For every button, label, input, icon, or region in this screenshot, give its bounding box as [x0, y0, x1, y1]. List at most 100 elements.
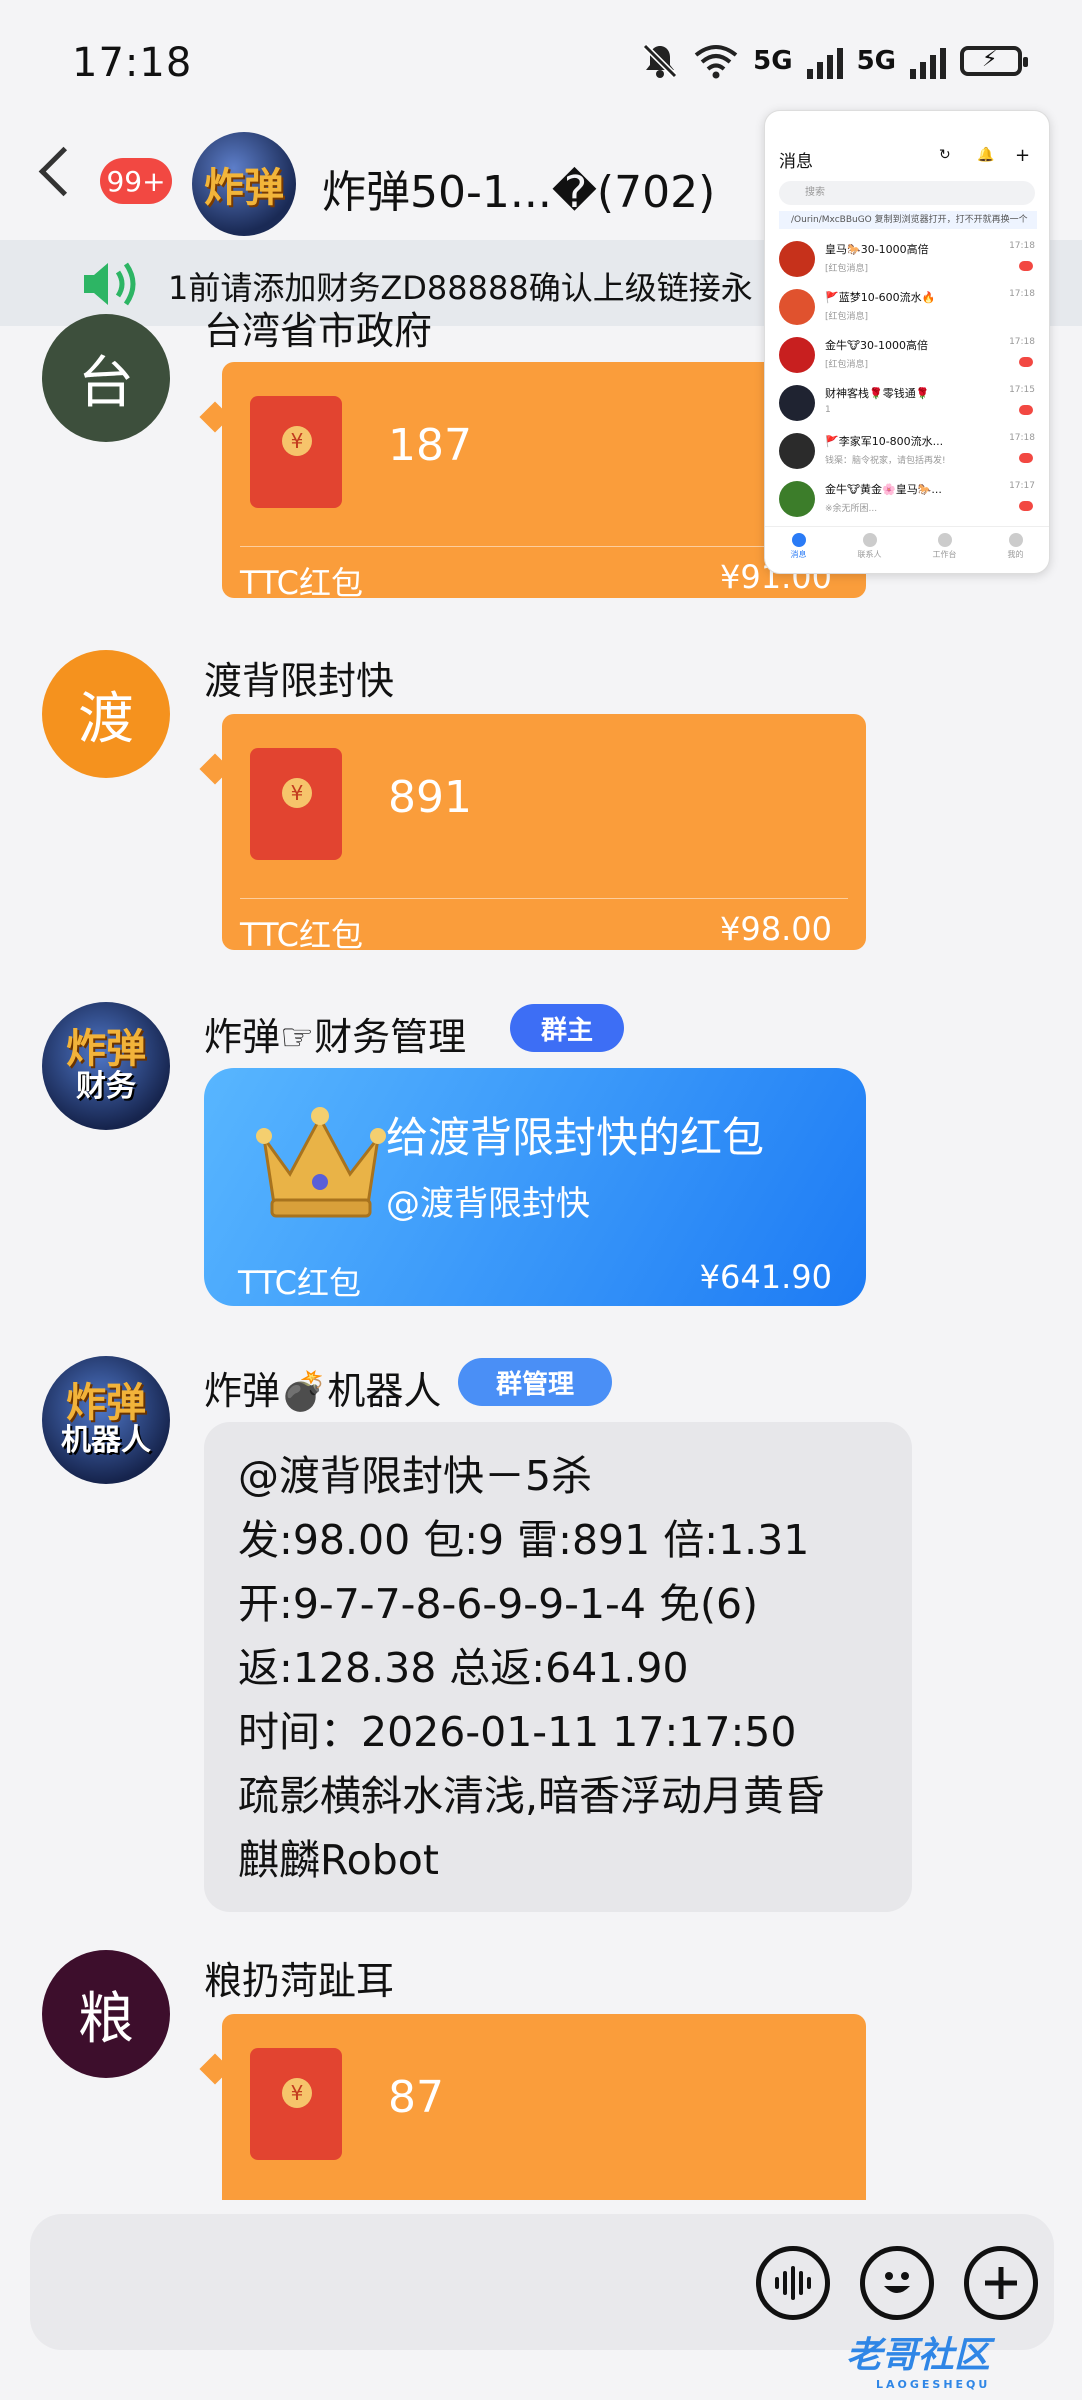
sender-name: 渡背限封快 — [204, 659, 395, 703]
tab-workbench[interactable]: 工作台 — [933, 527, 957, 573]
overlay-banner: /Ourin/MxcBBuGO 复制到浏览器打开，打不开就再换一个 — [779, 211, 1037, 229]
packet-label: TTC红包 — [238, 1264, 362, 1302]
chat-avatar — [779, 433, 815, 469]
refresh-icon[interactable]: ↻ — [939, 147, 951, 163]
packet-number: 87 — [388, 2072, 444, 2123]
chat-avatar — [779, 385, 815, 421]
chat-name: 🚩蓝梦10-600流水🔥 — [825, 291, 936, 304]
red-envelope-icon: ¥ — [250, 396, 342, 508]
red-packet-message[interactable]: ¥ 87 — [222, 2014, 866, 2200]
chat-time: 17:18 — [1009, 433, 1035, 443]
chat-time: 17:18 — [1009, 241, 1035, 251]
chat-preview: [红包消息] — [825, 264, 869, 274]
network-5g-label-2: 5G — [856, 46, 896, 76]
profile-icon — [1008, 533, 1023, 547]
mute-bell-icon — [643, 43, 678, 79]
chat-list-item[interactable]: 金牛🐮30-1000高倍 [红包消息] 17:18 — [765, 331, 1049, 379]
avatar[interactable]: 台 — [42, 314, 170, 442]
unread-dot — [1019, 405, 1033, 415]
text-line: 发:98.00 包:9 雷:891 倍:1.31 — [238, 1516, 810, 1564]
packet-value: ¥98.00 — [720, 910, 832, 948]
tab-me[interactable]: 我的 — [1008, 527, 1024, 573]
voice-button[interactable] — [756, 2246, 830, 2320]
text-line: 返:128.38 总返:641.90 — [238, 1644, 689, 1692]
red-packet-message[interactable]: ¥ 891 TTC红包 ¥98.00 — [222, 714, 866, 954]
text-bubble[interactable]: @渡背限封快－5杀 发:98.00 包:9 雷:891 倍:1.31 开:9-7… — [204, 1422, 912, 1912]
chat-preview: 1 — [825, 405, 831, 415]
overlay-search-input[interactable]: 搜索 — [779, 181, 1035, 205]
sender-name: 台湾省市政府 — [204, 309, 433, 353]
chat-name: 🚩李家军10-800流水... — [825, 435, 944, 448]
workbench-icon — [937, 533, 952, 547]
chat-avatar — [779, 481, 815, 517]
bell-icon[interactable]: 🔔 — [977, 147, 994, 163]
group-title[interactable]: 炸弹50-1...�(702) — [322, 156, 715, 220]
chat-avatar — [779, 289, 815, 325]
crown-icon — [256, 1107, 386, 1218]
text-line: 开:9-7-7-8-6-9-9-1-4 免(6) — [238, 1580, 759, 1628]
chat-time: 17:17 — [1009, 481, 1035, 491]
unread-dot — [1019, 261, 1033, 271]
packet-value: ¥641.90 — [699, 1258, 832, 1296]
message-icon — [791, 533, 806, 547]
text-line: 时间：2026-01-11 17:17:50 — [238, 1708, 797, 1756]
wifi-icon — [694, 45, 738, 79]
chat-list-item[interactable]: 财神客栈🌹零钱通🌹 1 17:15 — [765, 379, 1049, 427]
chat-time: 17:15 — [1009, 385, 1035, 395]
unread-badge[interactable]: 99+ — [100, 158, 172, 204]
overlay-title: 消息 — [779, 152, 813, 172]
tab-label: 消息 — [790, 550, 807, 559]
chat-list-item[interactable]: 🚩蓝梦10-600流水🔥 [红包消息] 17:18 — [765, 283, 1049, 331]
add-icon[interactable]: + — [1015, 145, 1030, 166]
packet-number: 891 — [388, 772, 472, 823]
yuan-coin-icon: ¥ — [282, 426, 312, 456]
packet-label: TTC红包 — [240, 564, 364, 602]
tab-label: 我的 — [1007, 550, 1024, 559]
text-line: @渡背限封快－5杀 — [238, 1452, 593, 1500]
avatar-text-1: 炸弹 — [66, 1026, 146, 1072]
red-envelope-icon: ¥ — [250, 2048, 342, 2160]
avatar-text: 粮 — [78, 1986, 134, 2052]
unread-dot — [1019, 501, 1033, 511]
floating-message-window[interactable]: 消息 ↻ 🔔 + 搜索 /Ourin/MxcBBuGO 复制到浏览器打开，打不开… — [764, 110, 1050, 574]
avatar[interactable]: 炸弹 财务 — [42, 1002, 170, 1130]
status-icons: 5G 5G ⚡ — [641, 42, 1028, 80]
text-line: 麒麟Robot — [238, 1836, 439, 1884]
network-5g-label-1: 5G — [753, 46, 793, 76]
sender-name: 粮扔菏趾耳 — [204, 1959, 395, 2003]
contacts-icon — [862, 533, 877, 547]
chat-list-item[interactable]: 金牛🐮黄金🌸皇马🐎... ※余无所困... 17:17 — [765, 475, 1049, 523]
packet-label: TTC红包 — [240, 916, 364, 954]
chat-preview: ※余无所困... — [825, 504, 878, 514]
avatar[interactable]: 炸弹 机器人 — [42, 1356, 170, 1484]
packet-title: 给渡背限封快的红包 — [386, 1113, 765, 1162]
chat-list-item[interactable]: 皇马🐎30-1000高倍 [红包消息] 17:18 — [765, 235, 1049, 283]
chat-list-item[interactable]: 🚩李家军10-800流水... 钱渠：脑令祝家，请包括再发! 17:18 — [765, 427, 1049, 475]
chat-preview: 钱渠：脑令祝家，请包括再发! — [825, 456, 946, 466]
avatar-text: 台 — [78, 350, 134, 416]
packet-subtitle: @渡背限封快 — [386, 1184, 590, 1224]
yuan-coin-icon: ¥ — [282, 778, 312, 808]
back-arrow-icon[interactable] — [38, 146, 89, 197]
chat-preview: [红包消息] — [825, 360, 869, 370]
avatar[interactable]: 渡 — [42, 650, 170, 778]
battery-icon: ⚡ — [960, 46, 1028, 76]
watermark-text: 老哥社区 — [846, 2335, 991, 2376]
divider — [240, 898, 848, 899]
red-envelope-icon: ¥ — [250, 748, 342, 860]
emoji-button[interactable] — [860, 2246, 934, 2320]
chat-name: 皇马🐎30-1000高倍 — [825, 243, 929, 256]
group-avatar[interactable]: 炸弹 — [192, 132, 296, 236]
admin-badge: 群管理 — [458, 1358, 612, 1406]
unread-dot — [1019, 453, 1033, 463]
speaker-icon — [84, 262, 136, 306]
chat-avatar — [779, 337, 815, 373]
more-button[interactable] — [964, 2246, 1038, 2320]
tab-label: 工作台 — [932, 550, 957, 559]
sender-name: 炸弹☞财务管理 — [204, 1015, 467, 1059]
tab-contacts[interactable]: 联系人 — [858, 527, 882, 573]
divider — [240, 546, 848, 547]
chat-name: 金牛🐮黄金🌸皇马🐎... — [825, 483, 942, 496]
tab-messages[interactable]: 消息 — [791, 527, 807, 573]
avatar[interactable]: 粮 — [42, 1950, 170, 2078]
